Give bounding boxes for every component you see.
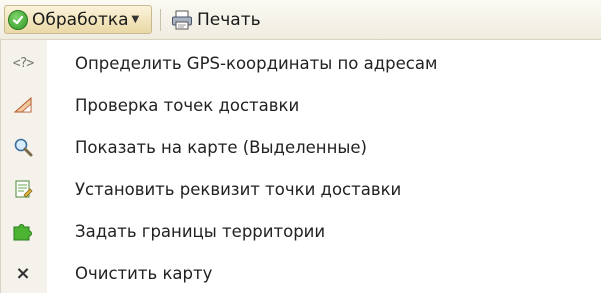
menu-item-label: Задать границы территории [75, 221, 326, 241]
gps-code-icon: <?> [12, 55, 34, 71]
print-button[interactable]: Печать [168, 5, 308, 34]
menu-item-label: Очистить карту [75, 263, 213, 283]
process-dropdown-button[interactable]: Обработка ▼ [4, 5, 152, 34]
ok-check-icon [8, 9, 28, 30]
toolbar: Обработка ▼ Печать [0, 0, 601, 40]
document-edit-icon [12, 179, 34, 199]
process-menu: <?> Определить GPS-координаты по адресам… [0, 40, 601, 293]
magnifier-icon [12, 137, 34, 157]
printer-icon [171, 10, 193, 30]
puzzle-icon [12, 221, 34, 241]
process-button-label: Обработка [32, 9, 129, 30]
menu-item-determine-gps[interactable]: <?> Определить GPS-координаты по адресам [1, 42, 601, 84]
chevron-down-icon: ▼ [131, 14, 140, 25]
menu-item-clear-map[interactable]: × Очистить карту [1, 252, 601, 294]
menu-item-set-delivery-point-attribute[interactable]: Установить реквизит точки доставки [1, 168, 601, 210]
toolbar-separator [160, 9, 161, 31]
menu-item-set-territory-borders[interactable]: Задать границы территории [1, 210, 601, 252]
triangle-ruler-icon [12, 95, 34, 115]
print-button-label: Печать [197, 9, 261, 30]
menu-item-label: Установить реквизит точки доставки [75, 179, 402, 199]
menu-item-label: Определить GPS-координаты по адресам [75, 53, 438, 73]
menu-item-check-delivery-points[interactable]: Проверка точек доставки [1, 84, 601, 126]
menu-item-label: Проверка точек доставки [75, 95, 300, 115]
menu-item-show-on-map[interactable]: Показать на карте (Выделенные) [1, 126, 601, 168]
menu-item-label: Показать на карте (Выделенные) [75, 137, 367, 157]
clear-icon: × [15, 262, 31, 284]
